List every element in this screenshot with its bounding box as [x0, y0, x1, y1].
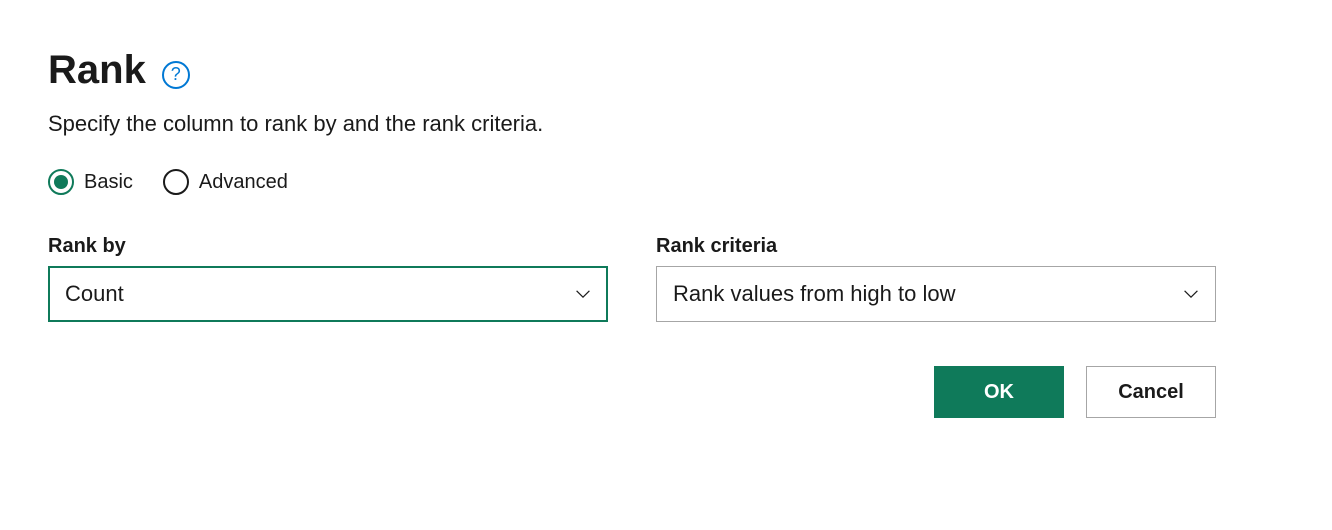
radio-button-icon [163, 169, 189, 195]
cancel-button[interactable]: Cancel [1086, 366, 1216, 418]
radio-advanced[interactable]: Advanced [163, 169, 288, 195]
chevron-down-icon [1183, 286, 1199, 302]
radio-advanced-label: Advanced [199, 171, 288, 194]
rank-by-label: Rank by [48, 235, 608, 258]
rank-by-value: Count [65, 281, 124, 307]
rank-criteria-value: Rank values from high to low [673, 281, 955, 307]
mode-radio-group: Basic Advanced [48, 169, 1284, 195]
description-text: Specify the column to rank by and the ra… [48, 111, 1284, 137]
radio-button-icon [48, 169, 74, 195]
help-icon[interactable] [162, 61, 190, 89]
ok-button[interactable]: OK [934, 366, 1064, 418]
rank-criteria-select[interactable]: Rank values from high to low [656, 266, 1216, 322]
radio-basic[interactable]: Basic [48, 169, 133, 195]
chevron-down-icon [575, 286, 591, 302]
rank-criteria-label: Rank criteria [656, 235, 1216, 258]
rank-by-select[interactable]: Count [48, 266, 608, 322]
page-title: Rank [48, 48, 146, 93]
radio-basic-label: Basic [84, 171, 133, 194]
